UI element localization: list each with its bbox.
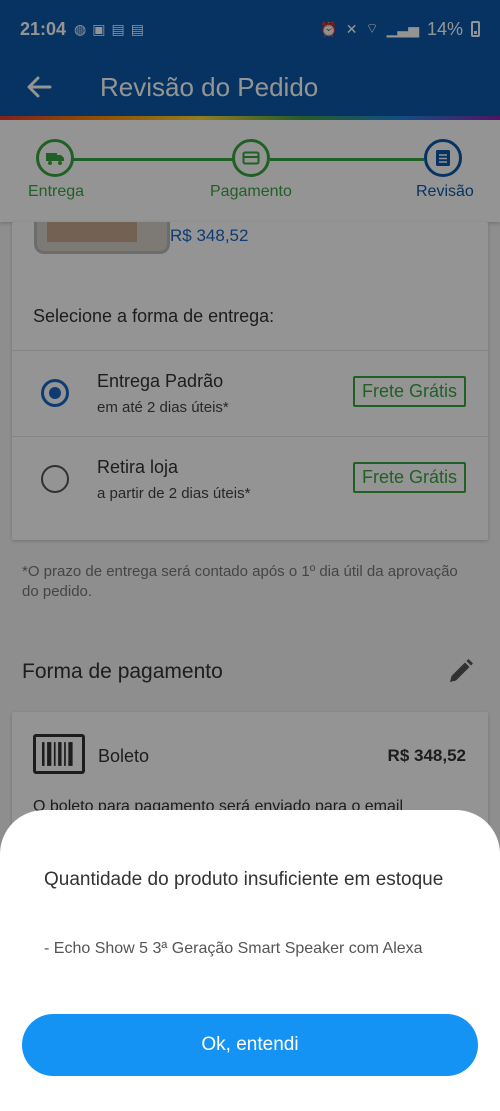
ok-button[interactable]: Ok, entendi (22, 1014, 478, 1076)
stock-error-sheet: Quantidade do produto insuficiente em es… (0, 810, 500, 1111)
error-message: Quantidade do produto insuficiente em es… (44, 869, 444, 890)
error-product: - Echo Show 5 3ª Geração Smart Speaker c… (44, 940, 423, 957)
